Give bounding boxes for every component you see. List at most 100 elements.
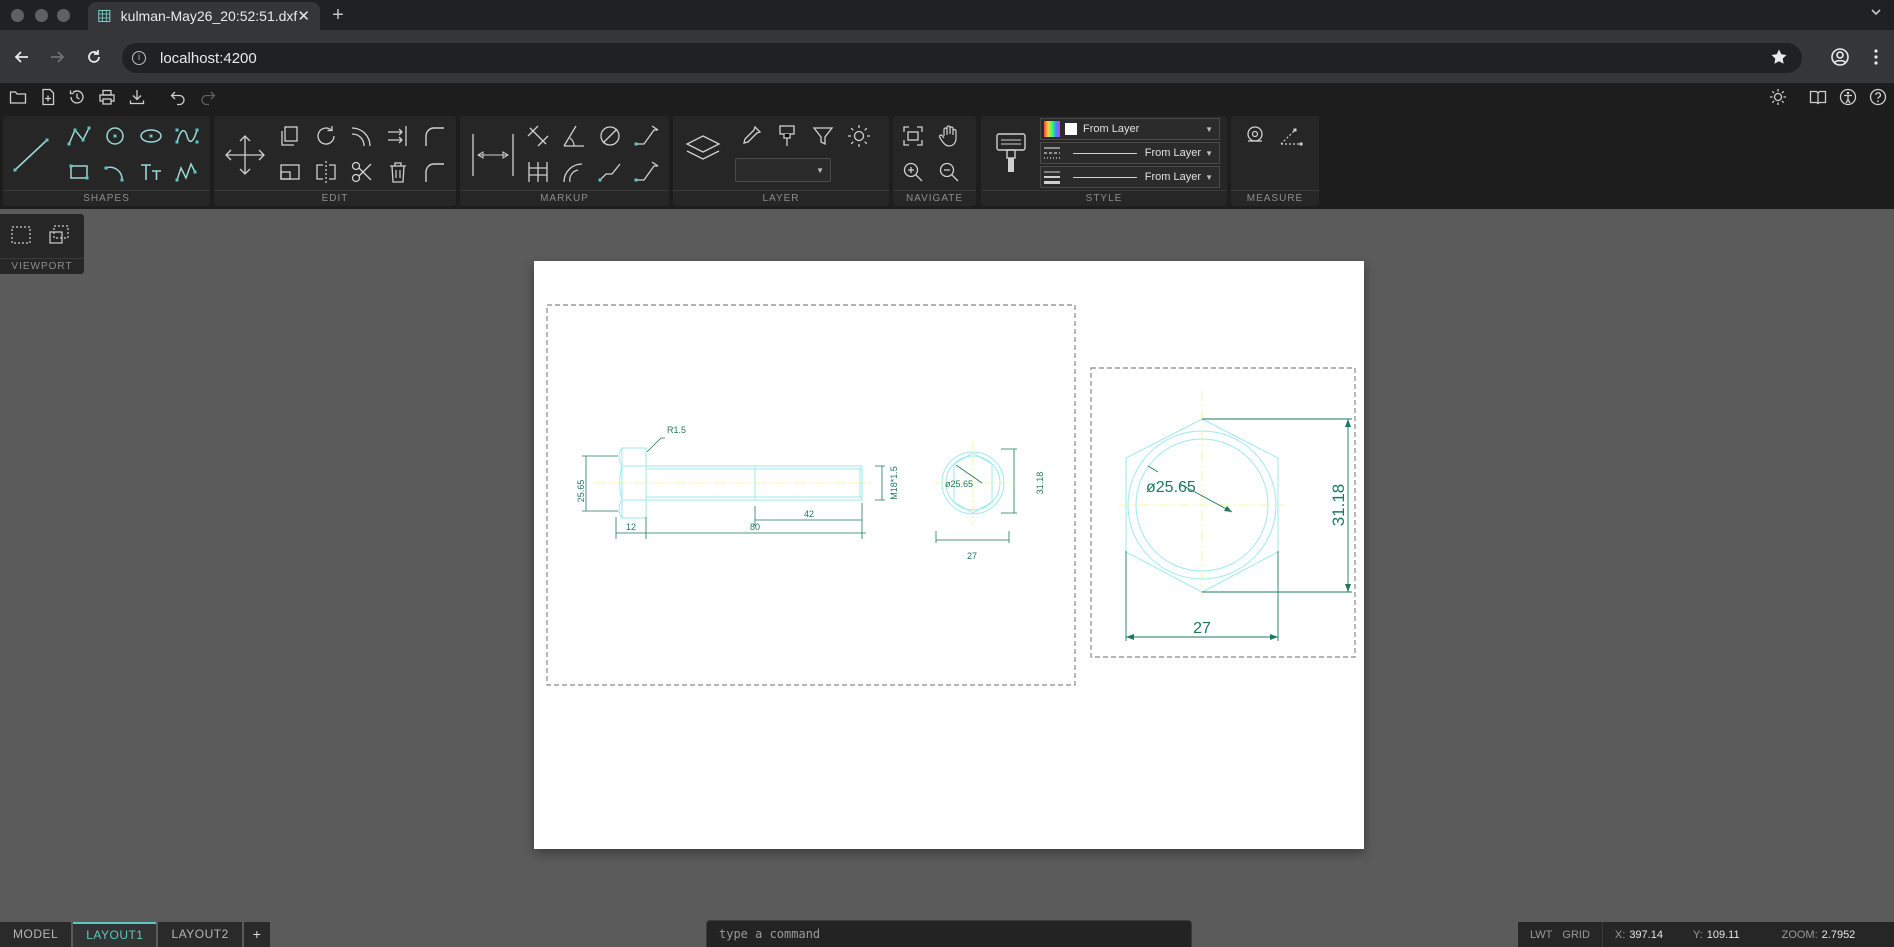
accessibility-icon[interactable] bbox=[1839, 88, 1857, 106]
pan-hand-icon[interactable] bbox=[935, 122, 963, 150]
lineweight-select[interactable]: From Layer ▼ bbox=[1040, 166, 1220, 188]
window-maximize-dot[interactable] bbox=[57, 9, 70, 22]
rectangle-tool-icon[interactable] bbox=[65, 158, 93, 186]
zoom-extents-icon[interactable] bbox=[899, 122, 927, 150]
browser-menu-icon[interactable] bbox=[1866, 47, 1886, 67]
redo-icon[interactable] bbox=[199, 88, 217, 106]
forward-arrow-icon[interactable] bbox=[46, 48, 68, 70]
measure-distance-icon[interactable] bbox=[1241, 122, 1269, 150]
tab-layout2[interactable]: LAYOUT2 bbox=[158, 922, 242, 947]
drawing-canvas[interactable]: R1.5 25.65 12 80 42 M18*1.5 ø25.65 31.18… bbox=[534, 261, 1364, 849]
zoom-out-icon[interactable] bbox=[935, 158, 963, 186]
spline-tool-icon[interactable] bbox=[173, 122, 201, 150]
filter-icon[interactable] bbox=[809, 122, 837, 150]
dim-flats-small: 31.18 bbox=[1035, 472, 1045, 495]
chamfer-tool-icon[interactable] bbox=[420, 158, 448, 186]
ordinate-dimension-icon[interactable] bbox=[596, 158, 624, 186]
browser-toolbar: i localhost:4200 bbox=[0, 30, 1894, 86]
lineweight-icon bbox=[1044, 171, 1060, 184]
app-quick-toolbar bbox=[0, 83, 1894, 111]
grid-toggle[interactable]: GRID bbox=[1562, 929, 1590, 941]
aligned-dimension-icon[interactable] bbox=[524, 122, 552, 150]
continue-dimension-icon[interactable] bbox=[632, 158, 660, 186]
viewport-panel: VIEWPORT bbox=[0, 214, 84, 274]
print-icon[interactable] bbox=[98, 88, 116, 106]
color-select[interactable]: From Layer ▼ bbox=[1040, 118, 1220, 140]
left-dimensions bbox=[582, 437, 1017, 543]
leader-dimension-icon[interactable] bbox=[632, 122, 660, 150]
help-icon[interactable] bbox=[1869, 88, 1887, 106]
viewport-rect-icon[interactable] bbox=[8, 222, 34, 248]
copy-tool-icon[interactable] bbox=[276, 122, 304, 150]
undo-icon[interactable] bbox=[169, 88, 187, 106]
arc-length-dimension-icon[interactable] bbox=[560, 158, 588, 186]
scale-tool-icon[interactable] bbox=[276, 158, 304, 186]
right-dim-arrows bbox=[1126, 419, 1351, 640]
new-tab-button[interactable]: + bbox=[327, 4, 349, 27]
new-file-icon[interactable] bbox=[39, 88, 57, 106]
tab-layout1[interactable]: LAYOUT1 bbox=[73, 922, 157, 947]
tab-model[interactable]: MODEL bbox=[0, 922, 72, 947]
mirror-tool-icon[interactable] bbox=[312, 158, 340, 186]
tab-search-chevron-icon[interactable] bbox=[1870, 6, 1882, 21]
app-favicon-icon bbox=[98, 9, 111, 23]
browser-tab-active[interactable]: kulman-May26_20:52:51.dxf ✕ bbox=[88, 2, 320, 30]
polyline-tool-icon[interactable] bbox=[65, 122, 93, 150]
open-folder-icon[interactable] bbox=[9, 88, 27, 106]
circle-tool-icon[interactable] bbox=[101, 122, 129, 150]
history-icon[interactable] bbox=[68, 88, 86, 106]
book-icon[interactable] bbox=[1809, 88, 1827, 106]
viewport-clip-icon[interactable] bbox=[46, 222, 72, 248]
arc-tool-icon[interactable] bbox=[101, 158, 129, 186]
tab-close-icon[interactable]: ✕ bbox=[297, 7, 310, 25]
dim-thread-len: 42 bbox=[804, 509, 814, 519]
rotate-tool-icon[interactable] bbox=[312, 122, 340, 150]
status-divider bbox=[1601, 922, 1603, 947]
layout-paper[interactable]: R1.5 25.65 12 80 42 M18*1.5 ø25.65 31.18… bbox=[534, 261, 1364, 849]
layer-light-icon[interactable] bbox=[845, 122, 873, 150]
delete-trash-icon[interactable] bbox=[384, 158, 412, 186]
theme-sun-icon[interactable] bbox=[1769, 88, 1787, 106]
fillet-tool-icon[interactable] bbox=[420, 122, 448, 150]
lwt-toggle[interactable]: LWT bbox=[1530, 929, 1552, 941]
text-tool-icon[interactable] bbox=[137, 158, 165, 186]
viewport-label: VIEWPORT bbox=[0, 258, 84, 272]
offset-tool-icon[interactable] bbox=[348, 122, 376, 150]
angular-dimension-icon[interactable] bbox=[560, 122, 588, 150]
site-info-icon[interactable]: i bbox=[132, 51, 146, 65]
layer-group-label: LAYER bbox=[673, 190, 889, 204]
line-tool-icon[interactable] bbox=[11, 134, 51, 174]
window-close-dot[interactable] bbox=[11, 9, 24, 22]
x-coord-value: 397.14 bbox=[1629, 928, 1663, 941]
diameter-dimension-icon[interactable] bbox=[596, 122, 624, 150]
linetype-select[interactable]: From Layer ▼ bbox=[1040, 142, 1220, 164]
back-arrow-icon[interactable] bbox=[11, 48, 33, 70]
measure-angle-icon[interactable] bbox=[1277, 122, 1305, 150]
eyedropper-icon[interactable] bbox=[737, 122, 765, 150]
profile-icon[interactable] bbox=[1830, 47, 1850, 67]
baseline-dimension-icon[interactable] bbox=[524, 158, 552, 186]
command-input[interactable]: type a command bbox=[706, 920, 1192, 947]
zoom-in-icon[interactable] bbox=[899, 158, 927, 186]
match-properties-icon[interactable] bbox=[773, 122, 801, 150]
color-swatch bbox=[1065, 123, 1077, 135]
linear-dimension-icon[interactable] bbox=[470, 130, 516, 180]
trim-scissors-icon[interactable] bbox=[348, 158, 376, 186]
freehand-tool-icon[interactable] bbox=[173, 158, 201, 186]
bookmark-star-icon[interactable] bbox=[1770, 48, 1788, 71]
reload-icon[interactable] bbox=[83, 48, 105, 70]
paintbrush-icon[interactable] bbox=[993, 130, 1029, 176]
move-tool-icon[interactable] bbox=[222, 132, 268, 178]
download-icon[interactable] bbox=[128, 88, 146, 106]
layers-icon[interactable] bbox=[683, 130, 723, 170]
x-coord-label: X: bbox=[1614, 928, 1626, 941]
address-bar[interactable]: i localhost:4200 bbox=[122, 43, 1802, 73]
add-layout-button[interactable]: + bbox=[243, 922, 271, 947]
window-minimize-dot[interactable] bbox=[35, 9, 48, 22]
browser-tab-title: kulman-May26_20:52:51.dxf bbox=[120, 8, 298, 24]
ellipse-tool-icon[interactable] bbox=[137, 122, 165, 150]
linetype-preview bbox=[1073, 152, 1137, 154]
markup-group-label: MARKUP bbox=[460, 190, 669, 204]
extend-tool-icon[interactable] bbox=[384, 122, 412, 150]
layer-select[interactable]: ▼ bbox=[735, 158, 831, 182]
